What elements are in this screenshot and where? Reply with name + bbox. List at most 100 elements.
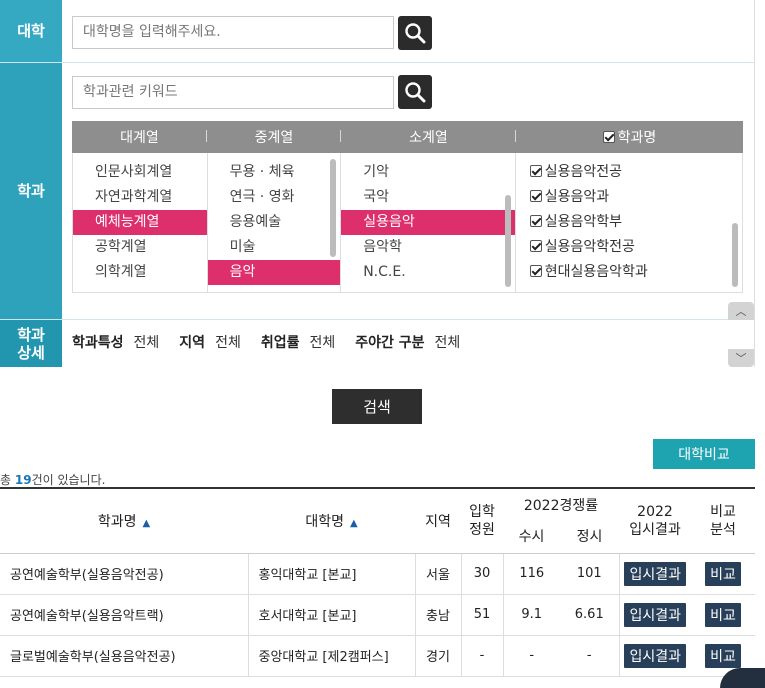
header-middle: 중계열 xyxy=(207,127,341,147)
cell-dept: 공연예술학부(실용음악트랙) xyxy=(0,594,248,636)
header-dept[interactable]: 학과명 xyxy=(516,127,743,147)
cell-region: 경기 xyxy=(414,635,461,677)
detail-value[interactable]: 전체 xyxy=(435,332,461,352)
header-major: 대계열 xyxy=(72,127,207,147)
filter-panel: 대학 학과 학과 상세 대학명을 입력해주세요. 학과관련 키워드 대계열 중계열… xyxy=(0,0,755,367)
sort-up-icon[interactable]: ▲ xyxy=(142,518,150,529)
cell-quota: 51 xyxy=(460,594,503,636)
list-item[interactable]: 예체능계열 xyxy=(73,210,207,235)
detail-label: 지역 xyxy=(179,335,206,351)
category-columns: 인문사회계열 자연과학계열 예체능계열 공학계열 의학계열 무용 · 체육 연극… xyxy=(72,153,743,293)
result-button[interactable]: 입시결과 xyxy=(624,602,687,627)
cell-regular: 101 xyxy=(560,553,619,595)
detail-label: 취업률 xyxy=(260,335,300,351)
cell-dept: 공연예술학부(실용음악전공) xyxy=(0,553,248,595)
list-item[interactable]: 국악 xyxy=(341,185,514,210)
result-button[interactable]: 입시결과 xyxy=(624,643,687,668)
cell-result: 입시결과 xyxy=(618,594,691,636)
checkbox[interactable] xyxy=(529,190,542,202)
cell-dept: 글로벌예술학부(실용음악전공) xyxy=(0,635,248,677)
dept-checkbox-item[interactable]: 실용음악전공 xyxy=(516,160,742,185)
minor-list: 기악 국악 실용음악 음악학 N.C.E. xyxy=(341,153,516,292)
dept-checkbox-item[interactable]: 실용음악학전공 xyxy=(516,235,742,260)
search-icon xyxy=(405,82,426,103)
dept-list: 실용음악전공 실용음악과 실용음악학부 실용음악학전공 현대실용음악학과 xyxy=(516,153,742,292)
list-item[interactable]: 음악학 xyxy=(341,235,514,260)
checkbox[interactable] xyxy=(529,215,542,227)
table-row: 공연예술학부(실용음악트랙) 호서대학교 [본교] 충남 51 9.1 6.61… xyxy=(0,594,755,636)
th-region: 지역 xyxy=(415,487,461,554)
detail-label: 주야간 구분 xyxy=(355,335,425,351)
th-quota: 입학 정원 xyxy=(461,487,503,554)
cell-result: 입시결과 xyxy=(618,553,691,595)
list-item[interactable]: 의학계열 xyxy=(73,260,207,285)
list-item[interactable]: 연극 · 영화 xyxy=(208,185,341,210)
th-dept[interactable]: 학과명 ▲ xyxy=(0,487,248,554)
dept-checkbox-item[interactable]: 실용음악과 xyxy=(516,185,742,210)
list-item[interactable]: 응용예술 xyxy=(208,210,341,235)
select-all-checkbox[interactable] xyxy=(602,131,615,143)
scrollbar[interactable] xyxy=(330,159,337,257)
list-item[interactable]: 실용음악 xyxy=(341,210,515,235)
detail-value[interactable]: 전체 xyxy=(215,332,241,352)
sort-up-icon[interactable]: ▲ xyxy=(350,518,358,529)
univ-search-button[interactable] xyxy=(398,16,432,50)
section-label-detail: 학과 상세 xyxy=(0,320,62,367)
search-button[interactable]: 검색 xyxy=(332,389,422,424)
dept-search-button[interactable] xyxy=(398,75,432,109)
dept-keyword-input[interactable]: 학과관련 키워드 xyxy=(72,76,394,109)
th-regular: 정시 xyxy=(560,520,619,554)
checkbox[interactable] xyxy=(529,240,542,252)
list-item[interactable]: 음악 xyxy=(207,260,341,285)
scrollbar[interactable] xyxy=(732,223,739,287)
header-minor: 소계열 xyxy=(341,127,516,147)
cell-univ[interactable]: 중앙대학교 [제2캠퍼스] xyxy=(247,635,415,677)
list-item[interactable]: 기악 xyxy=(341,160,514,185)
detail-label: 학과특성 xyxy=(72,335,124,351)
results-table: 학과명 ▲ 대학명 ▲ 지역 입학 정원 2022경쟁률 2022 입시결과 비교 분석 … xyxy=(0,487,755,677)
list-item[interactable]: 자연과학계열 xyxy=(73,185,207,210)
list-item[interactable]: 미술 xyxy=(208,235,341,260)
cell-region: 서울 xyxy=(414,553,461,595)
cell-early: 116 xyxy=(502,553,560,595)
list-item[interactable]: N.C.E. xyxy=(341,260,514,285)
th-rate: 2022경쟁률 xyxy=(503,487,619,520)
checkbox[interactable] xyxy=(529,165,542,177)
table-row: 글로벌예술학부(실용음악전공) 중앙대학교 [제2캠퍼스] 경기 - - - 입… xyxy=(0,635,755,677)
divider xyxy=(0,319,755,320)
detail-value[interactable]: 전체 xyxy=(309,332,335,352)
cell-univ[interactable]: 홍익대학교 [본교] xyxy=(247,553,415,595)
scrollbar[interactable] xyxy=(504,195,511,287)
table-row: 공연예술학부(실용음악전공) 홍익대학교 [본교] 서울 30 116 101 … xyxy=(0,553,755,595)
expand-button[interactable]: ﹀ xyxy=(728,349,754,367)
compare-button[interactable]: 대학비교 xyxy=(653,439,755,469)
chevron-up-icon: ︿ xyxy=(735,305,747,318)
checkbox[interactable] xyxy=(529,265,542,277)
dept-checkbox-item[interactable]: 실용음악학부 xyxy=(516,210,742,235)
compare-row-button[interactable]: 비교 xyxy=(705,561,741,586)
th-univ[interactable]: 대학명 ▲ xyxy=(248,487,415,554)
univ-search-input[interactable]: 대학명을 입력해주세요. xyxy=(72,16,394,49)
detail-value[interactable]: 전체 xyxy=(134,332,160,352)
divider xyxy=(0,62,755,63)
cell-quota: - xyxy=(460,635,503,677)
category-header: 대계열 중계열 소계열 학과명 xyxy=(72,121,743,153)
th-result: 2022 입시결과 xyxy=(619,487,691,554)
list-item[interactable]: 공학계열 xyxy=(73,235,207,260)
compare-row-button[interactable]: 비교 xyxy=(705,602,741,627)
section-label-univ: 대학 xyxy=(0,0,62,62)
cell-regular: - xyxy=(560,635,619,677)
compare-row-button[interactable]: 비교 xyxy=(705,643,741,668)
cell-compare: 비교 xyxy=(691,594,755,636)
cell-early: 9.1 xyxy=(502,594,560,636)
collapse-button[interactable]: ︿ xyxy=(728,302,754,320)
list-item[interactable]: 인문사회계열 xyxy=(73,160,207,185)
th-compare: 비교 분석 xyxy=(691,487,755,554)
list-item[interactable]: 무용 · 체육 xyxy=(208,160,341,185)
cell-compare: 비교 xyxy=(691,553,755,595)
cell-quota: 30 xyxy=(460,553,503,595)
cell-univ[interactable]: 호서대학교 [본교] xyxy=(247,594,415,636)
result-button[interactable]: 입시결과 xyxy=(624,561,687,586)
dept-checkbox-item[interactable]: 현대실용음악학과 xyxy=(516,260,742,285)
section-label-dept: 학과 xyxy=(0,63,62,319)
